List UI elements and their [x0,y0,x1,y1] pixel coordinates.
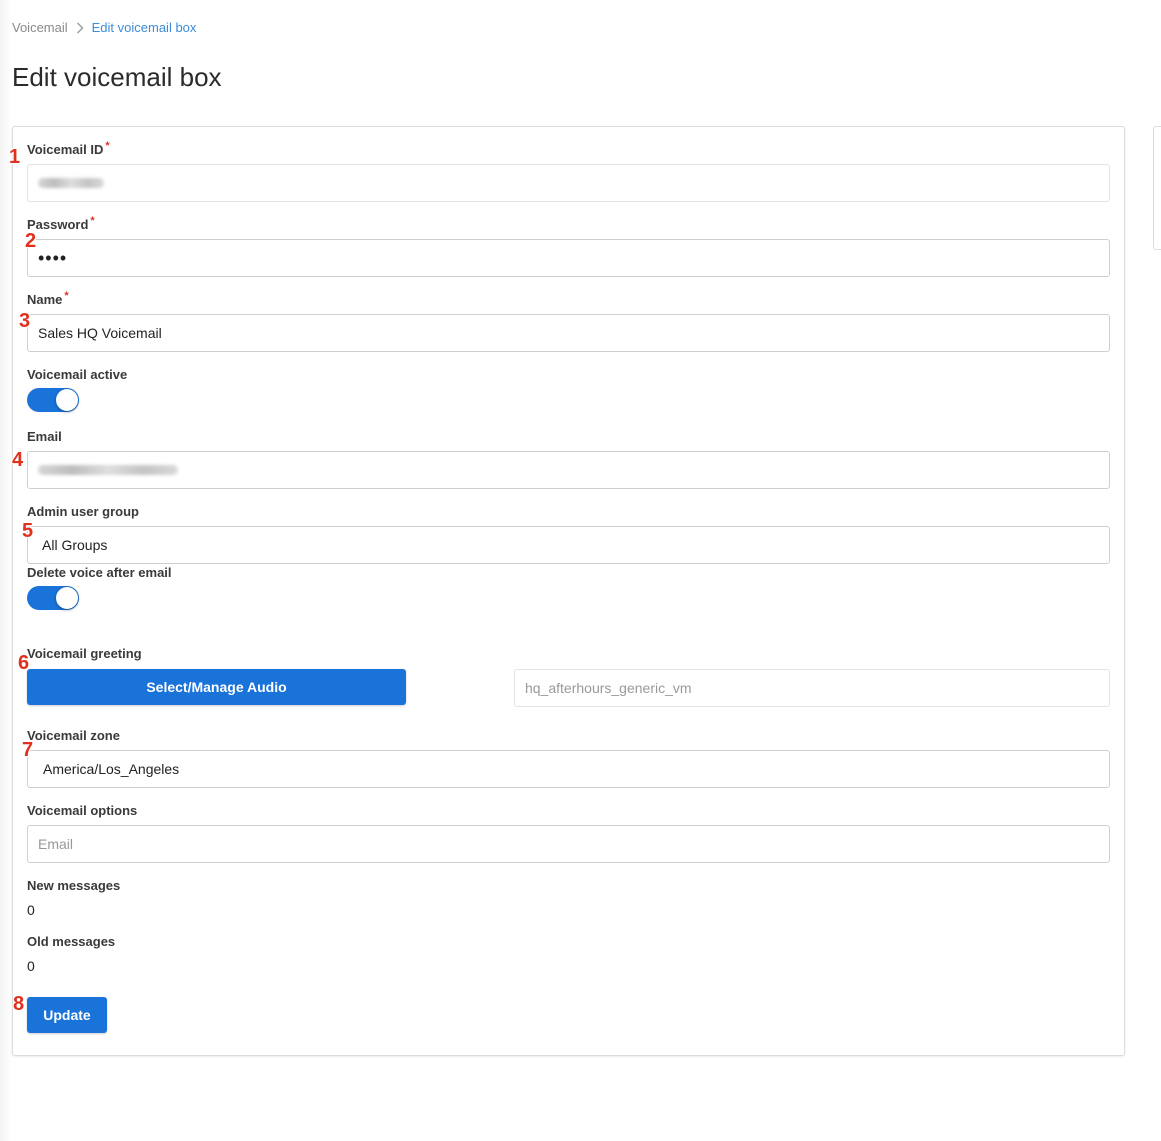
name-value: Sales HQ Voicemail [38,325,162,341]
name-label-text: Name [27,292,63,307]
delete-voice-after-email-label: Delete voice after email [27,565,172,580]
voicemail-greeting-file-field[interactable]: hq_afterhours_generic_vm [514,669,1110,707]
voicemail-id-input[interactable] [27,164,1110,202]
step-marker-8: 8 [13,993,25,1015]
voicemail-zone-value: America/Los_Angeles [43,761,180,777]
password-label: Password * [27,215,95,232]
admin-user-group-select[interactable]: All Groups [27,526,1110,564]
page-title: Edit voicemail box [12,62,222,92]
required-asterisk: * [90,215,95,227]
old-messages-value: 0 [27,958,35,974]
required-asterisk: * [105,140,110,152]
select-manage-audio-button[interactable]: Select/Manage Audio [27,669,406,705]
update-button[interactable]: Update [27,997,107,1033]
voicemail-options-label: Voicemail options [27,803,138,818]
voicemail-id-label: Voicemail ID * [27,140,110,157]
password-input[interactable]: •••• [27,239,1110,277]
admin-user-group-value: All Groups [42,537,108,553]
voicemail-options-placeholder: Email [38,836,74,852]
voicemail-options-select[interactable]: Email [27,825,1110,863]
voicemail-id-label-text: Voicemail ID [27,142,104,157]
new-messages-value: 0 [27,902,35,918]
name-input[interactable]: Sales HQ Voicemail [27,314,1110,352]
name-label: Name * [27,290,69,307]
step-marker-2: 2 [25,230,37,252]
redacted-email [38,465,178,475]
step-marker-7: 7 [22,739,34,761]
side-panel-card [1153,126,1161,250]
chevron-right-icon [76,22,84,34]
email-label: Email [27,429,62,444]
new-messages-label: New messages [27,878,121,893]
redacted-voicemail-id [38,178,104,188]
breadcrumb-voicemail-link[interactable]: Voicemail [12,20,68,35]
old-messages-label: Old messages [27,934,116,949]
voicemail-zone-label: Voicemail zone [27,728,120,743]
required-asterisk: * [64,290,69,302]
email-input[interactable] [27,451,1110,489]
breadcrumb-current[interactable]: Edit voicemail box [92,20,197,35]
step-marker-6: 6 [18,652,30,674]
step-marker-1: 1 [9,146,21,168]
voicemail-active-toggle[interactable] [27,388,79,412]
admin-user-group-label: Admin user group [27,504,139,519]
password-masked-value: •••• [38,247,68,268]
toggle-knob [56,587,78,609]
voicemail-zone-select[interactable]: America/Los_Angeles [27,750,1110,788]
toggle-knob [56,389,78,411]
voicemail-active-label: Voicemail active [27,367,128,382]
step-marker-4: 4 [12,449,24,471]
page: Voicemail Edit voicemail box Edit voicem… [0,0,1161,1141]
breadcrumb: Voicemail Edit voicemail box [12,20,196,35]
voicemail-greeting-filename: hq_afterhours_generic_vm [525,680,692,696]
password-label-text: Password [27,217,89,232]
step-marker-5: 5 [22,520,34,542]
left-edge-shadow [0,0,12,1141]
voicemail-greeting-label: Voicemail greeting [27,646,142,661]
delete-voice-after-email-toggle[interactable] [27,586,79,610]
step-marker-3: 3 [19,310,31,332]
